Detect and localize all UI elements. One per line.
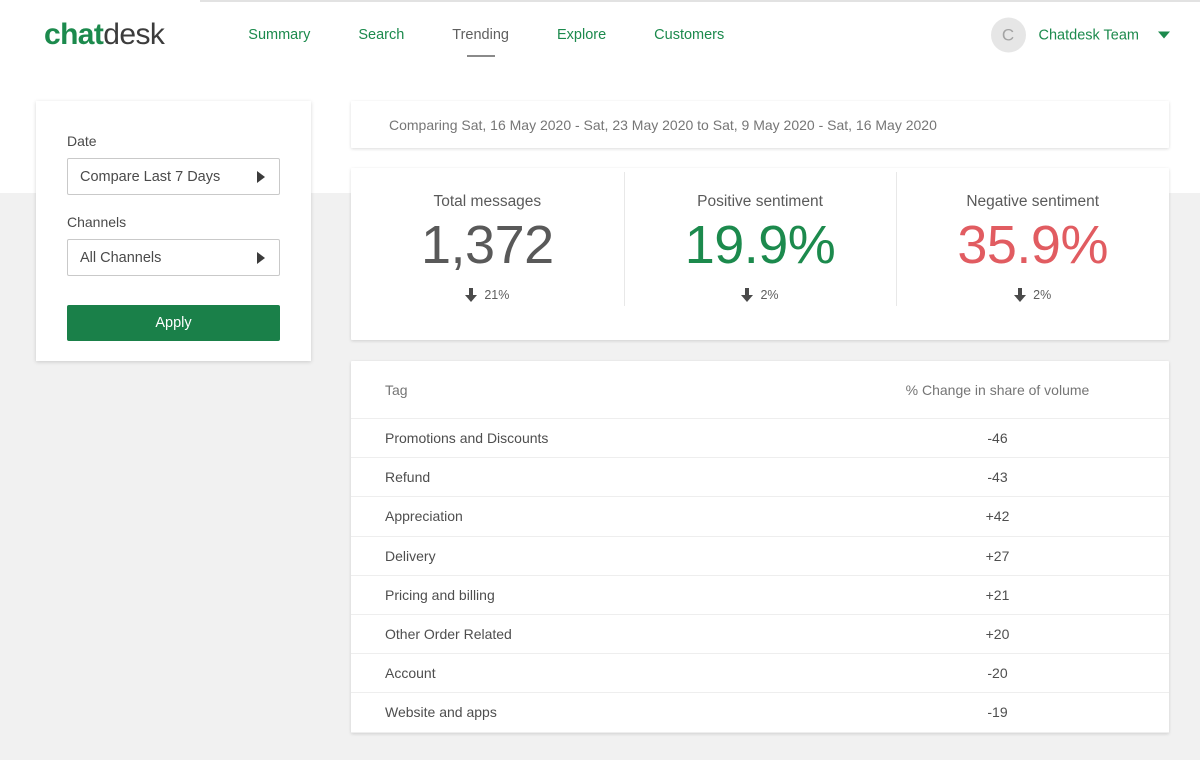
nav-item-summary[interactable]: Summary [224,21,334,49]
cell-change: +20 [856,626,1169,642]
nav-label: Summary [248,27,310,43]
cell-tag: Website and apps [351,704,856,720]
date-range-select[interactable]: Compare Last 7 Days [67,158,280,195]
date-range-value: Compare Last 7 Days [80,169,220,185]
nav-item-customers[interactable]: Customers [630,21,748,49]
nav-label: Search [358,27,404,43]
nav-item-explore[interactable]: Explore [533,21,630,49]
table-row[interactable]: Other Order Related +20 [351,615,1169,654]
table-row[interactable]: Website and apps -19 [351,693,1169,732]
table-header-row: Tag % Change in share of volume [351,361,1169,419]
cell-tag: Other Order Related [351,626,856,642]
chevron-right-icon [257,171,265,183]
kpi-delta: 2% [741,288,778,302]
kpi-positive-sentiment: Positive sentiment 19.9% 2% [624,168,897,340]
main-navigation: Summary Search Trending Explore Customer… [224,21,748,49]
kpi-label: Positive sentiment [697,193,823,211]
nav-item-trending[interactable]: Trending [428,21,533,49]
cell-change: +42 [856,508,1169,524]
kpi-total-messages: Total messages 1,372 21% [351,168,624,340]
table-row[interactable]: Pricing and billing +21 [351,576,1169,615]
kpi-summary-card: Total messages 1,372 21% Positive sentim… [351,168,1169,340]
chevron-right-icon [257,252,265,264]
cell-tag: Pricing and billing [351,587,856,603]
table-row[interactable]: Promotions and Discounts -46 [351,419,1169,458]
user-menu[interactable]: C Chatdesk Team [991,18,1170,53]
app-header: chatdesk Summary Search Trending Explore… [0,0,1200,70]
arrow-down-icon [741,288,753,302]
nav-item-search[interactable]: Search [334,21,428,49]
channels-value: All Channels [80,250,161,266]
nav-label: Customers [654,27,724,43]
comparison-period-text: Comparing Sat, 16 May 2020 - Sat, 23 May… [389,117,937,133]
kpi-delta-value: 21% [484,288,509,302]
logo-text-primary: chat [44,18,103,51]
kpi-delta: 2% [1014,288,1051,302]
kpi-label: Total messages [433,193,541,211]
cell-change: +21 [856,587,1169,603]
kpi-delta-value: 2% [760,288,778,302]
cell-change: -19 [856,704,1169,720]
cell-tag: Account [351,665,856,681]
chevron-down-icon [1158,32,1170,39]
trending-tags-table: Tag % Change in share of volume Promotio… [351,361,1169,733]
cell-tag: Delivery [351,548,856,564]
kpi-value: 19.9% [685,213,836,279]
main-content: Comparing Sat, 16 May 2020 - Sat, 23 May… [351,101,1169,733]
table-row[interactable]: Refund -43 [351,458,1169,497]
kpi-delta-value: 2% [1033,288,1051,302]
table-row[interactable]: Account -20 [351,654,1169,693]
arrow-down-icon [465,288,477,302]
kpi-negative-sentiment: Negative sentiment 35.9% 2% [896,168,1169,340]
nav-label: Explore [557,27,606,43]
comparison-period-banner: Comparing Sat, 16 May 2020 - Sat, 23 May… [351,101,1169,148]
cell-change: +27 [856,548,1169,564]
kpi-label: Negative sentiment [966,193,1099,211]
kpi-value: 1,372 [421,213,554,279]
avatar: C [991,18,1026,53]
date-field-label: Date [67,133,280,149]
channels-select[interactable]: All Channels [67,239,280,276]
cell-change: -20 [856,665,1169,681]
logo-text-secondary: desk [103,18,164,51]
active-tab-underline [467,55,495,57]
channels-field-label: Channels [67,214,280,230]
user-name-label: Chatdesk Team [1039,27,1139,43]
table-row[interactable]: Delivery +27 [351,537,1169,576]
cell-tag: Appreciation [351,508,856,524]
table-row[interactable]: Appreciation +42 [351,497,1169,536]
nav-label: Trending [452,27,509,43]
cell-change: -46 [856,430,1169,446]
column-header-change: % Change in share of volume [856,382,1169,398]
filter-panel: Date Compare Last 7 Days Channels All Ch… [36,101,311,361]
arrow-down-icon [1014,288,1026,302]
column-header-tag: Tag [351,382,856,398]
kpi-delta: 21% [465,288,509,302]
app-logo[interactable]: chatdesk [44,18,164,52]
cell-change: -43 [856,469,1169,485]
kpi-value: 35.9% [957,213,1108,279]
cell-tag: Promotions and Discounts [351,430,856,446]
cell-tag: Refund [351,469,856,485]
apply-button[interactable]: Apply [67,305,280,341]
